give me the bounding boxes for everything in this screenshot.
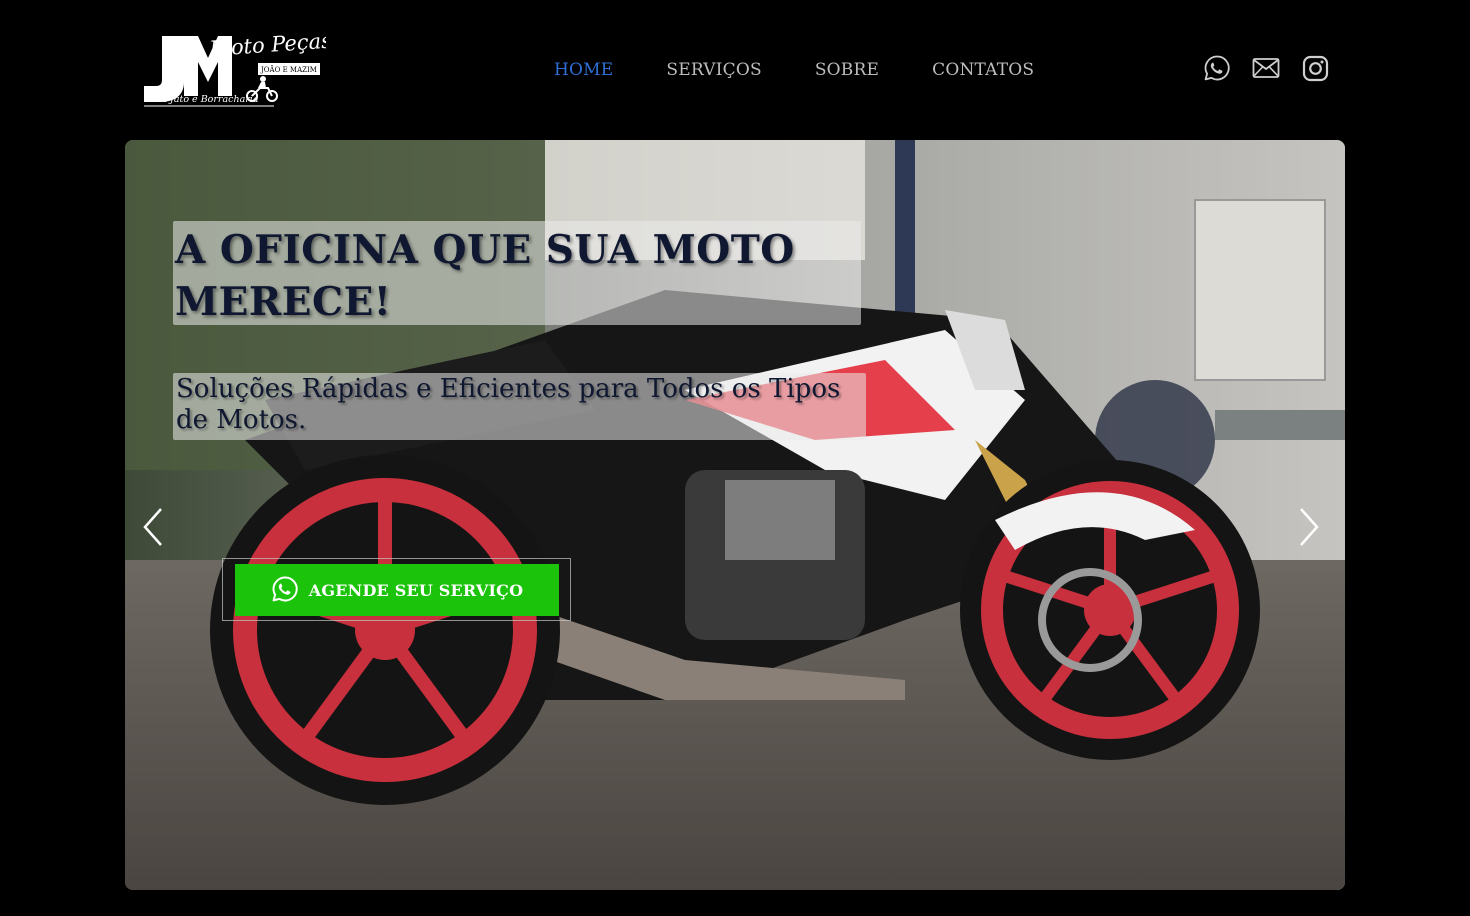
main-nav: HOME SERVIÇOS SOBRE CONTATOS — [554, 58, 1034, 82]
whatsapp-icon — [271, 575, 299, 606]
instagram-icon[interactable] — [1300, 53, 1330, 83]
nav-contatos[interactable]: CONTATOS — [932, 58, 1034, 82]
hero-subtitle: Soluções Rápidas e Eficientes para Todos… — [176, 374, 841, 435]
whatsapp-icon[interactable] — [1202, 53, 1232, 83]
email-icon[interactable] — [1251, 53, 1281, 83]
slider-prev-button[interactable] — [139, 505, 169, 549]
logo-script-text: Moto Peças — [208, 30, 326, 61]
chevron-left-icon — [143, 508, 162, 546]
social-links — [1202, 53, 1330, 83]
brand-logo[interactable]: Moto Peças JOÃO E MAZIM Lava Jato e Borr… — [140, 30, 326, 112]
page: Moto Peças JOÃO E MAZIM Lava Jato e Borr… — [0, 0, 1470, 916]
schedule-service-button[interactable]: AGENDE SEU SERVIÇO — [235, 564, 559, 616]
nav-sobre[interactable]: SOBRE — [815, 58, 879, 82]
nav-home[interactable]: HOME — [554, 58, 613, 82]
slider-next-button[interactable] — [1293, 505, 1323, 549]
logo-tagline-text: Lava Jato e Borracharia — [143, 94, 259, 105]
chevron-right-icon — [1300, 508, 1319, 546]
logo-owners-text: JOÃO E MAZIM — [260, 65, 317, 74]
cta-label: AGENDE SEU SERVIÇO — [308, 580, 524, 600]
hero-headline: A OFICINA QUE SUA MOTO MERECE! — [175, 227, 795, 325]
hero-slider: A OFICINA QUE SUA MOTO MERECE! Soluções … — [125, 140, 1345, 890]
nav-servicos[interactable]: SERVIÇOS — [666, 58, 761, 82]
